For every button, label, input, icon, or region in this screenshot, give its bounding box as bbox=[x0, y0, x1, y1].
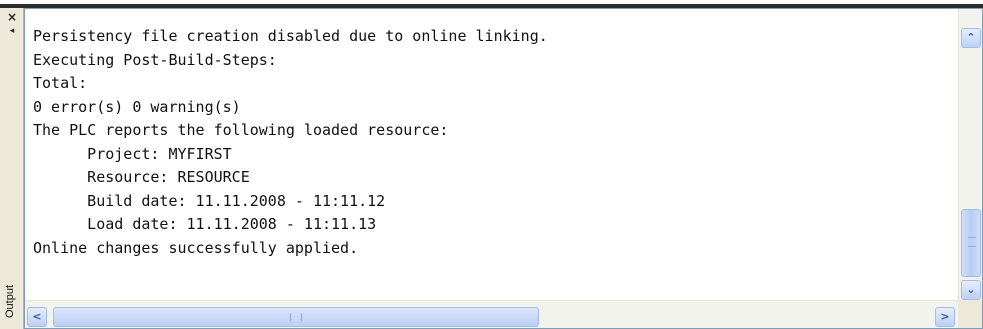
top-border bbox=[0, 0, 983, 8]
output-text-area[interactable]: Persistency file creation disabled due t… bbox=[25, 9, 959, 300]
output-line: 0 error(s) 0 warning(s) bbox=[33, 97, 241, 116]
output-line: Build date: 11.11.2008 - 11:11.12 bbox=[33, 191, 386, 210]
output-line: Total: bbox=[33, 74, 88, 92]
output-line: Project: MYFIRST bbox=[33, 144, 232, 163]
chevron-up-icon[interactable]: ⌃ bbox=[961, 28, 981, 48]
output-line: Persistency file creation disabled due t… bbox=[33, 27, 548, 45]
output-line: Resource: RESOURCE bbox=[33, 168, 250, 186]
size-grip bbox=[958, 300, 982, 328]
output-line: Executing Post-Build-Steps: bbox=[33, 50, 277, 69]
horizontal-scroll-thumb[interactable] bbox=[53, 307, 539, 327]
pin-icon[interactable]: ◂ bbox=[5, 25, 19, 37]
output-line: The PLC reports the following loaded res… bbox=[33, 121, 449, 139]
output-line: Online changes successfully applied. bbox=[33, 238, 359, 257]
chevron-left-icon[interactable]: < bbox=[27, 307, 47, 327]
chevron-down-icon[interactable]: ⌄ bbox=[961, 280, 981, 300]
window-title: Output bbox=[4, 284, 16, 318]
close-icon[interactable]: × bbox=[5, 10, 19, 24]
output-panel: Persistency file creation disabled due t… bbox=[24, 8, 983, 329]
chevron-right-icon[interactable]: > bbox=[935, 307, 955, 327]
vertical-scroll-thumb[interactable] bbox=[961, 209, 981, 277]
horizontal-scrollbar[interactable]: < > bbox=[25, 300, 959, 328]
grip-icon bbox=[968, 237, 976, 247]
output-title-rail: × ◂ Output bbox=[0, 8, 24, 329]
grip-icon bbox=[290, 313, 302, 321]
vertical-scrollbar[interactable]: ⌃ ⌄ bbox=[958, 9, 982, 300]
output-line: Load date: 11.11.2008 - 11:11.13 bbox=[33, 215, 377, 233]
